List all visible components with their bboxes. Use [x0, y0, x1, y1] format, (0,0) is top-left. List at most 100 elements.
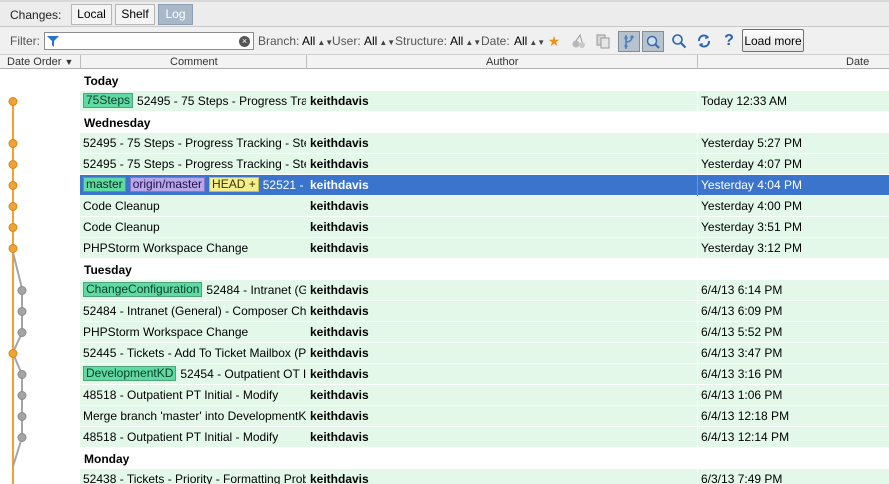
cherry-pick-icon[interactable]: [568, 31, 590, 52]
structure-filter-label: Structure:: [395, 34, 448, 48]
day-group-header: Wednesday: [0, 112, 889, 133]
cell-divider: [697, 406, 698, 427]
commit-message-cell: 52438 - Tickets - Priority - Formatting …: [83, 469, 306, 484]
column-separator[interactable]: [306, 55, 307, 69]
commit-author: keithdavis: [310, 325, 369, 339]
load-more-button[interactable]: Load more: [742, 29, 804, 52]
comment-column[interactable]: Comment: [170, 56, 218, 69]
commit-node[interactable]: [8, 97, 18, 106]
commit-date: 6/4/13 1:06 PM: [701, 388, 783, 402]
commit-row[interactable]: Code Cleanup keithdavis Yesterday 4:00 PM: [0, 196, 889, 217]
head-marker-icon: +: [245, 177, 256, 191]
commit-row[interactable]: master origin/master HEAD +52521 - Tree kei…: [0, 175, 889, 196]
head-ref-label: HEAD +: [209, 177, 259, 192]
commit-author: keithdavis: [310, 157, 369, 171]
commit-message-cell: master origin/master HEAD +52521 - Tree: [83, 175, 306, 196]
commit-row[interactable]: 48518 - Outpatient PT Initial - Modify ke…: [0, 427, 889, 448]
commit-node[interactable]: [17, 307, 27, 316]
commit-row[interactable]: 52438 - Tickets - Priority - Formatting …: [0, 469, 889, 484]
commit-node[interactable]: [8, 181, 18, 190]
cell-divider: [697, 469, 698, 484]
remote-branch-label: origin/master: [129, 177, 206, 192]
commit-row[interactable]: PHPStorm Workspace Change keithdavis 6/4/1…: [0, 322, 889, 343]
filter-input[interactable]: [44, 32, 254, 50]
sort-down-icon: ▼: [64, 57, 74, 67]
structure-filter-dropdown[interactable]: All ▲▼: [450, 34, 481, 48]
commit-row[interactable]: 52495 - 75 Steps - Progress Tracking - S…: [0, 133, 889, 154]
date-column[interactable]: Date: [846, 56, 869, 69]
branch-label: 75Steps: [83, 93, 134, 108]
day-group-label: Tuesday: [84, 263, 132, 277]
cell-divider: [697, 427, 698, 448]
column-separator[interactable]: [697, 55, 698, 69]
tab-log[interactable]: Log: [158, 4, 193, 25]
user-filter-dropdown[interactable]: All ▲▼: [364, 34, 395, 48]
zoom-filter-icon[interactable]: [642, 31, 664, 52]
cell-divider: [697, 322, 698, 343]
search-icon[interactable]: [668, 31, 690, 52]
commit-row[interactable]: Code Cleanup keithdavis Yesterday 3:51 PM: [0, 217, 889, 238]
commit-message: 52454 - Outpatient OT Initial: [180, 367, 306, 381]
commit-node[interactable]: [17, 328, 27, 337]
commit-row[interactable]: 52495 - 75 Steps - Progress Tracking - S…: [0, 154, 889, 175]
commit-author: keithdavis: [310, 136, 369, 150]
commit-row[interactable]: ChangeConfiguration 52484 - Intranet (Gen…: [0, 280, 889, 301]
changes-label: Changes:: [10, 8, 62, 22]
commit-message-cell: PHPStorm Workspace Change: [83, 238, 306, 259]
commit-row[interactable]: 75Steps 52495 - 75 Steps - Progress Track…: [0, 91, 889, 112]
commit-author: keithdavis: [310, 94, 369, 108]
commit-date: 6/3/13 7:49 PM: [701, 472, 783, 484]
copy-icon[interactable]: [592, 31, 614, 52]
commit-author: keithdavis: [310, 178, 369, 192]
commit-node[interactable]: [8, 223, 18, 232]
cell-divider: [697, 238, 698, 259]
window-top-edge: [0, 0, 889, 2]
commit-message-cell: PHPStorm Workspace Change: [83, 322, 306, 343]
commit-node[interactable]: [17, 391, 27, 400]
author-column[interactable]: Author: [486, 56, 518, 69]
day-group-label: Today: [84, 74, 119, 88]
commit-message: 52484 - Intranet (General) - Composer Ch…: [83, 304, 306, 318]
commit-date: 6/4/13 3:47 PM: [701, 346, 783, 360]
commit-node[interactable]: [8, 139, 18, 148]
commit-node[interactable]: [8, 202, 18, 211]
commit-node[interactable]: [17, 370, 27, 379]
commit-node[interactable]: [17, 286, 27, 295]
date-order-column[interactable]: Date Order ▼: [7, 56, 73, 69]
commit-message-cell: 75Steps 52495 - 75 Steps - Progress Track…: [83, 91, 306, 112]
commit-date: Yesterday 3:12 PM: [701, 241, 802, 255]
commit-node[interactable]: [17, 433, 27, 442]
date-filter-dropdown[interactable]: All ▲▼: [514, 34, 545, 48]
commit-row[interactable]: DevelopmentKD 52454 - Outpatient OT Initi…: [0, 364, 889, 385]
branch-label: ChangeConfiguration: [83, 282, 203, 297]
commit-row[interactable]: PHPStorm Workspace Change keithdavis Yeste…: [0, 238, 889, 259]
cell-divider: [697, 301, 698, 322]
commit-node[interactable]: [8, 349, 18, 358]
commit-message-cell: 48518 - Outpatient PT Initial - Modify: [83, 427, 306, 448]
commit-message: 52495 - 75 Steps - Progress Tracking - S…: [83, 157, 306, 171]
refresh-icon[interactable]: [693, 31, 715, 52]
branch-filter-dropdown[interactable]: All ▲▼: [302, 34, 333, 48]
commit-node[interactable]: [17, 412, 27, 421]
day-group-header: Today: [0, 70, 889, 91]
tab-shelf[interactable]: Shelf: [115, 4, 155, 25]
commit-message-cell: 52445 - Tickets - Add To Ticket Mailbox …: [83, 343, 306, 364]
clear-filter-icon[interactable]: ×: [239, 36, 250, 47]
commit-row[interactable]: Merge branch 'master' into DevelopmentKD…: [0, 406, 889, 427]
commit-message-cell: 48518 - Outpatient PT Initial - Modify: [83, 385, 306, 406]
commit-row[interactable]: 48518 - Outpatient PT Initial - Modify ke…: [0, 385, 889, 406]
commit-node[interactable]: [8, 244, 18, 253]
column-separator[interactable]: [80, 55, 81, 69]
graph-icon[interactable]: [618, 31, 640, 52]
day-group-label: Monday: [84, 452, 130, 466]
commit-row[interactable]: 52445 - Tickets - Add To Ticket Mailbox …: [0, 343, 889, 364]
star-icon[interactable]: ★: [543, 31, 565, 52]
ref-name: HEAD: [212, 177, 246, 191]
tab-local[interactable]: Local: [71, 4, 112, 25]
day-group-header: Tuesday: [0, 259, 889, 280]
funnel-icon[interactable]: [47, 36, 59, 47]
help-icon[interactable]: ?: [718, 31, 740, 52]
commit-node[interactable]: [8, 160, 18, 169]
commit-row[interactable]: 52484 - Intranet (General) - Composer Ch…: [0, 301, 889, 322]
commit-date: 6/4/13 6:09 PM: [701, 304, 783, 318]
